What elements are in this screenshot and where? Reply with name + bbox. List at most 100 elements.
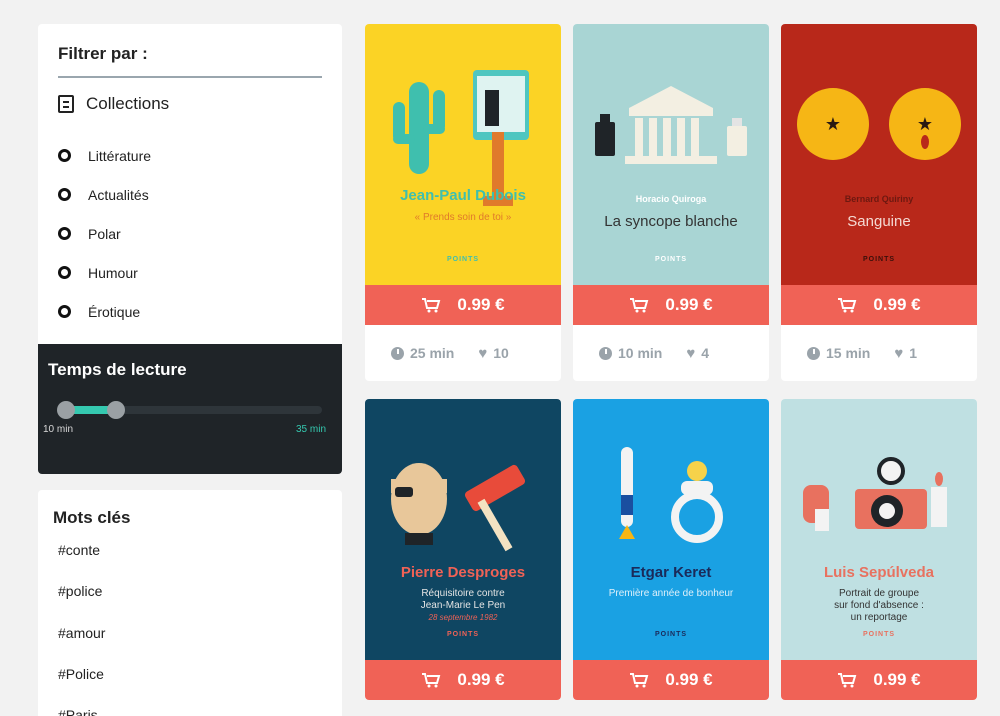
cart-icon <box>629 297 649 313</box>
price-label: 0.99 € <box>665 670 713 689</box>
book-publisher: POINTS <box>446 631 480 638</box>
reading-time: 15 min <box>826 345 871 361</box>
book-icon <box>58 95 74 113</box>
book-title: La syncope blanche <box>604 213 738 230</box>
radio-erotique[interactable]: Érotique <box>58 292 151 331</box>
cover-illustration-rocket-pacifier <box>619 447 723 543</box>
heart-icon[interactable]: ♥ <box>686 345 695 362</box>
collection-options: Littérature Actualités Polar Humour Érot… <box>58 136 151 331</box>
tag-link[interactable]: #Police <box>58 666 104 682</box>
book-author: Bernard Quiriny <box>844 194 914 204</box>
book-author: Pierre Desproges <box>400 564 526 581</box>
radio-circle[interactable] <box>58 227 71 240</box>
likes-count: 1 <box>909 345 918 361</box>
book-meta: 10 min ♥ 4 <box>573 325 769 381</box>
likes-count: 10 <box>493 345 509 361</box>
book-cover[interactable]: Luis Sepúlveda Portrait de groupe sur fo… <box>781 399 977 660</box>
add-to-cart-button[interactable]: 0.99 € <box>781 660 977 700</box>
reading-time-title: Temps de lecture <box>48 360 187 379</box>
cart-icon <box>421 672 441 688</box>
cover-illustration-temple <box>595 86 747 164</box>
book-publisher: POINTS <box>446 256 480 263</box>
reading-time: 10 min <box>618 345 663 361</box>
radio-label: Érotique <box>88 303 141 320</box>
radio-circle[interactable] <box>58 149 71 162</box>
tag-link[interactable]: #conte <box>58 542 100 558</box>
slider-max-handle[interactable] <box>107 401 125 419</box>
collections-header[interactable]: Collections <box>58 94 169 114</box>
filter-panel: Filtrer par : Collections Littérature Ac… <box>38 24 342 344</box>
book-publisher: POINTS <box>654 631 688 638</box>
reading-time-slider[interactable] <box>57 401 322 419</box>
cart-icon <box>421 297 441 313</box>
likes-count: 4 <box>701 345 710 361</box>
tag-link[interactable]: #police <box>58 583 102 599</box>
radio-humour[interactable]: Humour <box>58 253 151 292</box>
cover-illustration-cactus-phone <box>393 70 529 206</box>
book-author: Luis Sepúlveda <box>823 564 935 581</box>
book-card[interactable]: Pierre Desproges Réquisitoire contre Jea… <box>365 399 561 700</box>
radio-circle[interactable] <box>58 188 71 201</box>
book-card[interactable]: ★ ★ Bernard Quiriny Sanguine POINTS 0.99… <box>781 24 977 381</box>
heart-icon[interactable]: ♥ <box>478 345 487 362</box>
book-title: Première année de bonheur <box>608 588 734 599</box>
clock-icon <box>391 346 404 360</box>
cover-illustration-eyes: ★ ★ <box>797 88 961 160</box>
price-label: 0.99 € <box>873 295 921 314</box>
book-cover[interactable]: Horacio Quiroga La syncope blanche POINT… <box>573 24 769 285</box>
price-label: 0.99 € <box>665 295 713 314</box>
svg-text:★: ★ <box>825 114 841 134</box>
radio-circle[interactable] <box>58 266 71 279</box>
clock-icon <box>599 346 612 360</box>
keywords-title: Mots clés <box>53 508 131 527</box>
book-author: Jean-Paul Dubois <box>400 187 526 204</box>
book-card[interactable]: Etgar Keret Première année de bonheur PO… <box>573 399 769 700</box>
reading-time: 25 min <box>410 345 455 361</box>
tag-link[interactable]: #amour <box>58 625 105 641</box>
book-card[interactable]: Jean-Paul Dubois « Prends soin de toi » … <box>365 24 561 381</box>
add-to-cart-button[interactable]: 0.99 € <box>781 285 977 325</box>
radio-label: Actualités <box>88 186 149 203</box>
book-card[interactable]: Horacio Quiroga La syncope blanche POINT… <box>573 24 769 381</box>
radio-circle[interactable] <box>58 305 71 318</box>
radio-label: Littérature <box>88 147 152 164</box>
reading-time-panel: Temps de lecture 10 min 35 min <box>38 344 342 474</box>
book-cover[interactable]: Pierre Desproges Réquisitoire contre Jea… <box>365 399 561 660</box>
book-meta: 25 min ♥ 10 <box>365 325 561 381</box>
book-date: 28 septembre 1982 <box>428 613 498 622</box>
book-cover[interactable]: Jean-Paul Dubois « Prends soin de toi » … <box>365 24 561 285</box>
tag-link[interactable]: #Paris <box>58 707 98 716</box>
radio-polar[interactable]: Polar <box>58 214 151 253</box>
keywords-panel: Mots clés #conte #police #amour #Police … <box>38 490 342 716</box>
book-meta: 15 min ♥ 1 <box>781 325 977 381</box>
book-author: Etgar Keret <box>630 564 712 581</box>
add-to-cart-button[interactable]: 0.99 € <box>365 285 561 325</box>
book-cover[interactable]: ★ ★ Bernard Quiriny Sanguine POINTS <box>781 24 977 285</box>
slider-max-label: 35 min <box>295 424 326 435</box>
filter-title: Filtrer par : <box>58 44 148 63</box>
cart-icon <box>837 672 857 688</box>
book-title: Sanguine <box>847 213 911 230</box>
book-publisher: POINTS <box>862 631 896 638</box>
book-cover[interactable]: Etgar Keret Première année de bonheur PO… <box>573 399 769 660</box>
cart-icon <box>837 297 857 313</box>
radio-actualites[interactable]: Actualités <box>58 175 151 214</box>
price-label: 0.99 € <box>457 295 505 314</box>
radio-label: Humour <box>88 264 138 281</box>
slider-min-handle[interactable] <box>57 401 75 419</box>
book-title: Réquisitoire contre Jean-Marie Le Pen <box>420 588 506 611</box>
price-label: 0.99 € <box>457 670 505 689</box>
book-publisher: POINTS <box>862 256 896 263</box>
book-author: Horacio Quiroga <box>635 194 707 204</box>
add-to-cart-button[interactable]: 0.99 € <box>573 285 769 325</box>
radio-label: Polar <box>88 225 121 242</box>
book-title: Portrait de groupe sur fond d'absence : … <box>834 588 924 623</box>
heart-icon[interactable]: ♥ <box>894 345 903 362</box>
collections-label: Collections <box>86 94 170 113</box>
add-to-cart-button[interactable]: 0.99 € <box>573 660 769 700</box>
book-card[interactable]: Luis Sepúlveda Portrait de groupe sur fo… <box>781 399 977 700</box>
radio-litterature[interactable]: Littérature <box>58 136 151 175</box>
cart-icon <box>629 672 649 688</box>
divider <box>58 76 322 78</box>
add-to-cart-button[interactable]: 0.99 € <box>365 660 561 700</box>
